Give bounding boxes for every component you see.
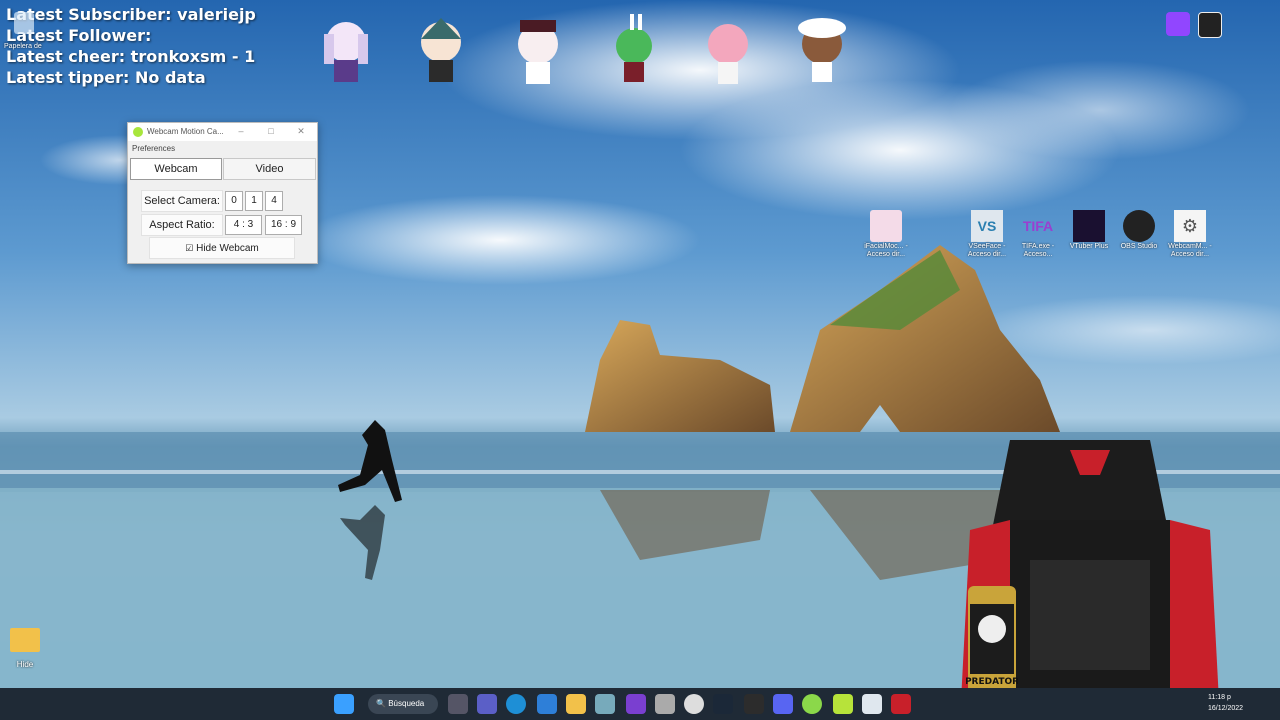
steam-icon[interactable] — [713, 694, 733, 714]
app-icon[interactable] — [626, 694, 646, 714]
desktop-icon-vseeface[interactable]: VS VSeeFace - Acceso dir... — [961, 210, 1013, 259]
photos-icon[interactable] — [595, 694, 615, 714]
camera-option-0[interactable]: 0 — [225, 191, 243, 211]
chibi-avatar-5 — [708, 24, 748, 84]
chibi-avatar-4 — [616, 14, 652, 82]
latest-subscriber: Latest Subscriber: valeriejp — [6, 5, 256, 24]
chrome-icon[interactable] — [684, 694, 704, 714]
aspect-ratio-label: Aspect Ratio: — [141, 214, 223, 236]
aspect-16-9-button[interactable]: 16 : 9 — [265, 215, 302, 235]
recycle-bin-label[interactable]: Papelera de — [4, 43, 42, 50]
camera-option-1[interactable]: 1 — [245, 191, 263, 211]
app-green-icon[interactable] — [802, 694, 822, 714]
tifa-icon: TIFA — [1022, 218, 1054, 234]
system-clock[interactable]: 11:18 p 16/12/2022 — [1208, 692, 1243, 714]
app-icon — [133, 127, 143, 137]
tab-video[interactable]: Video — [223, 158, 316, 180]
desktop-icon-vtuber-plus[interactable]: VTuber Plus — [1063, 210, 1115, 251]
chat-icon[interactable] — [477, 694, 497, 714]
store-icon[interactable] — [537, 694, 557, 714]
can-brand-text: PREDATOR — [966, 677, 1018, 687]
hide-webcam-label: Hide Webcam — [196, 243, 259, 254]
aspect-4-3-button[interactable]: 4 : 3 — [225, 215, 262, 235]
vseeface-icon: VS — [971, 210, 1003, 242]
discord-icon[interactable] — [773, 694, 793, 714]
chibi-avatar-3 — [518, 20, 558, 84]
maximize-button[interactable]: □ — [264, 126, 278, 136]
search-icon: 🔍 — [376, 699, 386, 708]
window-title: Webcam Motion Ca... — [147, 127, 224, 136]
folder-icon[interactable] — [10, 628, 40, 652]
vseeface-taskbar-icon[interactable] — [862, 694, 882, 714]
desktop-icon-tifa[interactable]: TIFA TIFA.exe - Acceso... — [1012, 210, 1064, 259]
twitch-icon[interactable] — [1166, 12, 1190, 36]
obs-icon — [1123, 210, 1155, 242]
desktop: Latest Subscriber: valeriejp Latest Foll… — [0, 0, 1280, 720]
latest-cheer: Latest cheer: tronkoxsm - 1 — [6, 47, 256, 66]
app-red-icon[interactable] — [891, 694, 911, 714]
latest-tipper: Latest tipper: No data — [6, 68, 206, 87]
search-label: Búsqueda — [388, 699, 425, 708]
windows-icon[interactable] — [334, 694, 354, 714]
edge-icon[interactable] — [506, 694, 526, 714]
chibi-avatar-1 — [324, 22, 368, 82]
close-button[interactable]: ✕ — [294, 126, 308, 137]
tab-webcam[interactable]: Webcam — [130, 158, 222, 180]
clock-date: 16/12/2022 — [1208, 705, 1244, 712]
app-lime-icon[interactable] — [833, 694, 853, 714]
chibi-avatar-2 — [421, 18, 461, 82]
folder-label[interactable]: Hide — [8, 660, 42, 669]
chibi-avatar-6 — [798, 18, 846, 82]
desktop-icon-ifacialmocap[interactable]: iFacialMoc... - Acceso dir... — [860, 210, 912, 259]
camera-option-4[interactable]: 4 — [265, 191, 283, 211]
terminal-icon[interactable] — [744, 694, 764, 714]
o-app-icon[interactable] — [1198, 12, 1222, 38]
checkbox-check-icon[interactable]: ☑ — [185, 243, 193, 253]
clock-time: 11:18 p — [1208, 694, 1231, 701]
hide-webcam-checkbox[interactable]: ☑ Hide Webcam — [149, 237, 295, 259]
task-view-icon[interactable] — [448, 694, 468, 714]
search-button[interactable]: 🔍 Búsqueda — [368, 694, 438, 714]
vtuber-plus-icon — [1073, 210, 1105, 242]
desktop-icon-obs[interactable]: OBS Studio — [1113, 210, 1165, 251]
recycle-bin-icon[interactable] — [14, 12, 34, 34]
window-titlebar[interactable]: Webcam Motion Ca... – □ ✕ — [128, 123, 317, 141]
anime-face-icon — [870, 210, 902, 242]
explorer-icon[interactable] — [566, 694, 586, 714]
desktop-icon-webcam-motion[interactable]: ⚙ WebcamM... - Acceso dir... — [1164, 210, 1216, 259]
select-camera-label: Select Camera: — [141, 190, 223, 212]
gear-icon: ⚙ — [1174, 210, 1206, 242]
webcam-motion-window: Webcam Motion Ca... – □ ✕ Preferences We… — [127, 122, 318, 264]
minimize-button[interactable]: – — [234, 126, 248, 136]
preferences-menu[interactable]: Preferences — [132, 144, 175, 153]
calculator-icon[interactable] — [655, 694, 675, 714]
